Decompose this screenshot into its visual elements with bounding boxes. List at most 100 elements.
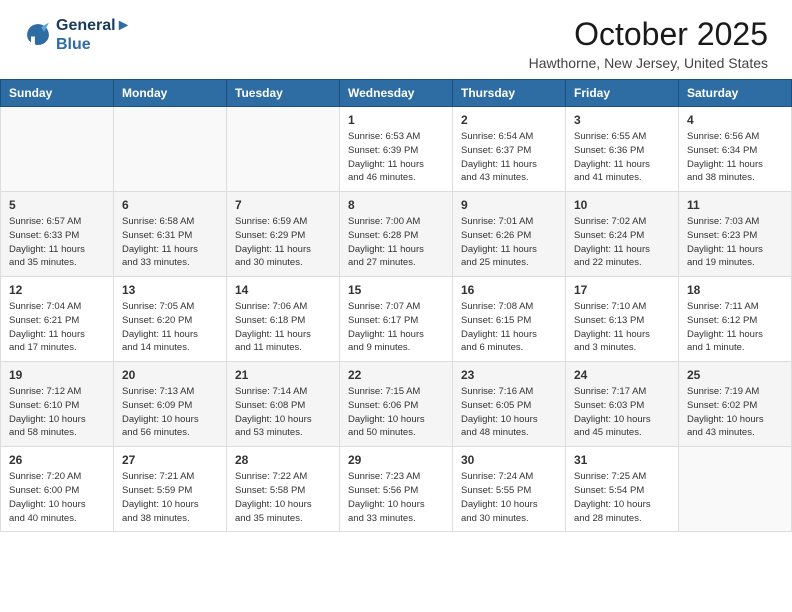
day-number: 29 <box>348 453 444 467</box>
day-info: Sunrise: 7:06 AM Sunset: 6:18 PM Dayligh… <box>235 300 331 355</box>
day-info: Sunrise: 6:53 AM Sunset: 6:39 PM Dayligh… <box>348 130 444 185</box>
day-info: Sunrise: 7:01 AM Sunset: 6:26 PM Dayligh… <box>461 215 557 270</box>
day-info: Sunrise: 7:11 AM Sunset: 6:12 PM Dayligh… <box>687 300 783 355</box>
table-row: 31 Sunrise: 7:25 AM Sunset: 5:54 PM Dayli… <box>566 447 679 532</box>
week-row-4: 19 Sunrise: 7:12 AM Sunset: 6:10 PM Dayli… <box>1 362 792 447</box>
day-info: Sunrise: 7:15 AM Sunset: 6:06 PM Dayligh… <box>348 385 444 440</box>
day-info: Sunrise: 6:54 AM Sunset: 6:37 PM Dayligh… <box>461 130 557 185</box>
day-info: Sunrise: 6:57 AM Sunset: 6:33 PM Dayligh… <box>9 215 105 270</box>
table-row: 1 Sunrise: 6:53 AM Sunset: 6:39 PM Daylig… <box>340 107 453 192</box>
day-number: 8 <box>348 198 444 212</box>
header-row: Sunday Monday Tuesday Wednesday Thursday… <box>1 80 792 107</box>
day-info: Sunrise: 7:12 AM Sunset: 6:10 PM Dayligh… <box>9 385 105 440</box>
table-row: 7 Sunrise: 6:59 AM Sunset: 6:29 PM Daylig… <box>227 192 340 277</box>
table-row: 13 Sunrise: 7:05 AM Sunset: 6:20 PM Dayli… <box>114 277 227 362</box>
table-row: 17 Sunrise: 7:10 AM Sunset: 6:13 PM Dayli… <box>566 277 679 362</box>
day-info: Sunrise: 7:05 AM Sunset: 6:20 PM Dayligh… <box>122 300 218 355</box>
day-info: Sunrise: 7:03 AM Sunset: 6:23 PM Dayligh… <box>687 215 783 270</box>
day-info: Sunrise: 6:56 AM Sunset: 6:34 PM Dayligh… <box>687 130 783 185</box>
table-row <box>1 107 114 192</box>
day-number: 14 <box>235 283 331 297</box>
day-number: 10 <box>574 198 670 212</box>
table-row: 5 Sunrise: 6:57 AM Sunset: 6:33 PM Daylig… <box>1 192 114 277</box>
day-number: 11 <box>687 198 783 212</box>
day-number: 9 <box>461 198 557 212</box>
day-number: 18 <box>687 283 783 297</box>
day-info: Sunrise: 7:14 AM Sunset: 6:08 PM Dayligh… <box>235 385 331 440</box>
table-row: 28Sunrise: 7:22 AM Sunset: 5:58 PM Dayli… <box>227 447 340 532</box>
day-number: 1 <box>348 113 444 127</box>
table-row: 18 Sunrise: 7:11 AM Sunset: 6:12 PM Dayli… <box>679 277 792 362</box>
week-row-1: 1 Sunrise: 6:53 AM Sunset: 6:39 PM Daylig… <box>1 107 792 192</box>
week-row-5: 26 Sunrise: 7:20 AM Sunset: 6:00 PM Dayli… <box>1 447 792 532</box>
day-number: 3 <box>574 113 670 127</box>
day-number: 5 <box>9 198 105 212</box>
table-row: 26 Sunrise: 7:20 AM Sunset: 6:00 PM Dayli… <box>1 447 114 532</box>
day-info: Sunrise: 7:17 AM Sunset: 6:03 PM Dayligh… <box>574 385 670 440</box>
day-number: 23 <box>461 368 557 382</box>
day-number: 7 <box>235 198 331 212</box>
table-row: 30 Sunrise: 7:24 AM Sunset: 5:55 PM Dayli… <box>453 447 566 532</box>
table-row: 12 Sunrise: 7:04 AM Sunset: 6:21 PM Dayli… <box>1 277 114 362</box>
day-number: 25 <box>687 368 783 382</box>
day-number: 31 <box>574 453 670 467</box>
table-row: 3 Sunrise: 6:55 AM Sunset: 6:36 PM Daylig… <box>566 107 679 192</box>
day-info: Sunrise: 7:08 AM Sunset: 6:15 PM Dayligh… <box>461 300 557 355</box>
header: General► Blue October 2025 Hawthorne, Ne… <box>0 0 792 79</box>
day-info: Sunrise: 7:22 AM Sunset: 5:58 PM Dayligh… <box>235 470 331 525</box>
day-info: Sunrise: 7:25 AM Sunset: 5:54 PM Dayligh… <box>574 470 670 525</box>
week-row-3: 12 Sunrise: 7:04 AM Sunset: 6:21 PM Dayli… <box>1 277 792 362</box>
day-number: 6 <box>122 198 218 212</box>
table-row: 9 Sunrise: 7:01 AM Sunset: 6:26 PM Daylig… <box>453 192 566 277</box>
day-number: 30 <box>461 453 557 467</box>
table-row <box>114 107 227 192</box>
day-info: Sunrise: 6:59 AM Sunset: 6:29 PM Dayligh… <box>235 215 331 270</box>
day-info: Sunrise: 6:55 AM Sunset: 6:36 PM Dayligh… <box>574 130 670 185</box>
day-number: 16 <box>461 283 557 297</box>
table-row: 25 Sunrise: 7:19 AM Sunset: 6:02 PM Dayli… <box>679 362 792 447</box>
day-info: Sunrise: 7:04 AM Sunset: 6:21 PM Dayligh… <box>9 300 105 355</box>
table-row: 10Sunrise: 7:02 AM Sunset: 6:24 PM Dayli… <box>566 192 679 277</box>
day-number: 26 <box>9 453 105 467</box>
day-info: Sunrise: 7:07 AM Sunset: 6:17 PM Dayligh… <box>348 300 444 355</box>
calendar-wrapper: Sunday Monday Tuesday Wednesday Thursday… <box>0 79 792 532</box>
table-row: 2 Sunrise: 6:54 AM Sunset: 6:37 PM Daylig… <box>453 107 566 192</box>
table-row: 16 Sunrise: 7:08 AM Sunset: 6:15 PM Dayli… <box>453 277 566 362</box>
day-info: Sunrise: 7:23 AM Sunset: 5:56 PM Dayligh… <box>348 470 444 525</box>
day-number: 24 <box>574 368 670 382</box>
day-info: Sunrise: 7:10 AM Sunset: 6:13 PM Dayligh… <box>574 300 670 355</box>
table-row: 4 Sunrise: 6:56 AM Sunset: 6:34 PM Daylig… <box>679 107 792 192</box>
day-number: 22 <box>348 368 444 382</box>
table-row <box>227 107 340 192</box>
table-row: 6 Sunrise: 6:58 AM Sunset: 6:31 PM Daylig… <box>114 192 227 277</box>
day-number: 17 <box>574 283 670 297</box>
day-number: 13 <box>122 283 218 297</box>
table-row: 14 Sunrise: 7:06 AM Sunset: 6:18 PM Dayli… <box>227 277 340 362</box>
day-number: 20 <box>122 368 218 382</box>
calendar-table: Sunday Monday Tuesday Wednesday Thursday… <box>0 79 792 532</box>
table-row: 15Sunrise: 7:07 AM Sunset: 6:17 PM Dayli… <box>340 277 453 362</box>
col-friday: Friday <box>566 80 679 107</box>
logo: General► Blue <box>24 16 131 54</box>
table-row: 24 Sunrise: 7:17 AM Sunset: 6:03 PM Dayli… <box>566 362 679 447</box>
logo-icon <box>24 21 52 49</box>
table-row: 11 Sunrise: 7:03 AM Sunset: 6:23 PM Dayli… <box>679 192 792 277</box>
col-sunday: Sunday <box>1 80 114 107</box>
day-info: Sunrise: 7:16 AM Sunset: 6:05 PM Dayligh… <box>461 385 557 440</box>
table-row: 8 Sunrise: 7:00 AM Sunset: 6:28 PM Daylig… <box>340 192 453 277</box>
day-info: Sunrise: 6:58 AM Sunset: 6:31 PM Dayligh… <box>122 215 218 270</box>
day-info: Sunrise: 7:24 AM Sunset: 5:55 PM Dayligh… <box>461 470 557 525</box>
day-number: 4 <box>687 113 783 127</box>
day-number: 19 <box>9 368 105 382</box>
day-info: Sunrise: 7:20 AM Sunset: 6:00 PM Dayligh… <box>9 470 105 525</box>
table-row <box>679 447 792 532</box>
table-row: 19 Sunrise: 7:12 AM Sunset: 6:10 PM Dayli… <box>1 362 114 447</box>
day-info: Sunrise: 7:13 AM Sunset: 6:09 PM Dayligh… <box>122 385 218 440</box>
col-tuesday: Tuesday <box>227 80 340 107</box>
day-number: 2 <box>461 113 557 127</box>
table-row: 22 Sunrise: 7:15 AM Sunset: 6:06 PM Dayli… <box>340 362 453 447</box>
day-info: Sunrise: 7:00 AM Sunset: 6:28 PM Dayligh… <box>348 215 444 270</box>
day-info: Sunrise: 7:19 AM Sunset: 6:02 PM Dayligh… <box>687 385 783 440</box>
day-number: 12 <box>9 283 105 297</box>
table-row: 29 Sunrise: 7:23 AM Sunset: 5:56 PM Dayli… <box>340 447 453 532</box>
